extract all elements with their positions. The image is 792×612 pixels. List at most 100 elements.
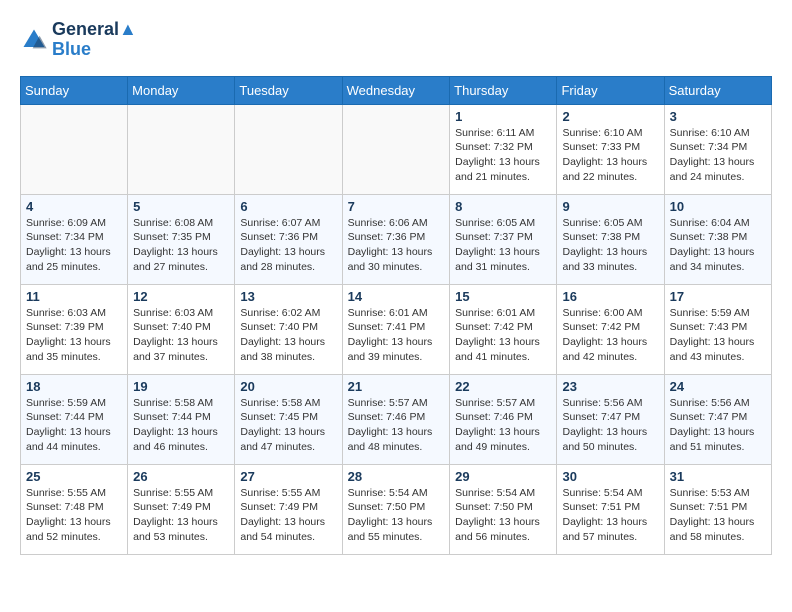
day-number: 31 bbox=[670, 469, 766, 484]
day-number: 13 bbox=[240, 289, 336, 304]
day-info: Sunrise: 5:56 AM Sunset: 7:47 PM Dayligh… bbox=[670, 396, 766, 455]
day-number: 4 bbox=[26, 199, 122, 214]
calendar-cell: 22Sunrise: 5:57 AM Sunset: 7:46 PM Dayli… bbox=[450, 374, 557, 464]
calendar-cell: 5Sunrise: 6:08 AM Sunset: 7:35 PM Daylig… bbox=[128, 194, 235, 284]
day-info: Sunrise: 5:54 AM Sunset: 7:51 PM Dayligh… bbox=[562, 486, 658, 545]
day-info: Sunrise: 5:59 AM Sunset: 7:43 PM Dayligh… bbox=[670, 306, 766, 365]
day-info: Sunrise: 6:03 AM Sunset: 7:39 PM Dayligh… bbox=[26, 306, 122, 365]
day-info: Sunrise: 5:54 AM Sunset: 7:50 PM Dayligh… bbox=[348, 486, 445, 545]
day-number: 15 bbox=[455, 289, 551, 304]
day-info: Sunrise: 6:10 AM Sunset: 7:33 PM Dayligh… bbox=[562, 126, 658, 185]
calendar-cell: 25Sunrise: 5:55 AM Sunset: 7:48 PM Dayli… bbox=[21, 464, 128, 554]
day-number: 9 bbox=[562, 199, 658, 214]
day-number: 3 bbox=[670, 109, 766, 124]
day-number: 11 bbox=[26, 289, 122, 304]
day-number: 19 bbox=[133, 379, 229, 394]
day-info: Sunrise: 5:58 AM Sunset: 7:44 PM Dayligh… bbox=[133, 396, 229, 455]
calendar-cell: 12 Sunrise: 6:03 AM Sunset: 7:40 PM Dayli… bbox=[128, 284, 235, 374]
calendar-cell: 29 Sunrise: 5:54 AM Sunset: 7:50 PM Dayli… bbox=[450, 464, 557, 554]
day-number: 7 bbox=[348, 199, 445, 214]
calendar-week-4: 18 Sunrise: 5:59 AM Sunset: 7:44 PM Dayli… bbox=[21, 374, 772, 464]
day-number: 2 bbox=[562, 109, 658, 124]
day-info: Sunrise: 6:05 AM Sunset: 7:38 PM Dayligh… bbox=[562, 216, 658, 275]
day-number: 14 bbox=[348, 289, 445, 304]
day-number: 12 bbox=[133, 289, 229, 304]
day-info: Sunrise: 6:00 AM Sunset: 7:42 PM Dayligh… bbox=[562, 306, 658, 365]
day-info: Sunrise: 5:57 AM Sunset: 7:46 PM Dayligh… bbox=[455, 396, 551, 455]
calendar-cell: 15 Sunrise: 6:01 AM Sunset: 7:42 PM Dayli… bbox=[450, 284, 557, 374]
weekday-saturday: Saturday bbox=[664, 76, 771, 104]
calendar-week-1: 1Sunrise: 6:11 AM Sunset: 7:32 PM Daylig… bbox=[21, 104, 772, 194]
calendar-cell bbox=[128, 104, 235, 194]
day-number: 6 bbox=[240, 199, 336, 214]
day-number: 17 bbox=[670, 289, 766, 304]
day-number: 21 bbox=[348, 379, 445, 394]
calendar-cell: 3 Sunrise: 6:10 AM Sunset: 7:34 PM Daylig… bbox=[664, 104, 771, 194]
calendar-cell: 19 Sunrise: 5:58 AM Sunset: 7:44 PM Dayli… bbox=[128, 374, 235, 464]
day-number: 23 bbox=[562, 379, 658, 394]
logo-icon bbox=[20, 26, 48, 54]
calendar-cell: 2 Sunrise: 6:10 AM Sunset: 7:33 PM Daylig… bbox=[557, 104, 664, 194]
logo: General▲ Blue bbox=[20, 20, 137, 60]
page-header: General▲ Blue bbox=[20, 20, 772, 60]
day-info: Sunrise: 6:08 AM Sunset: 7:35 PM Dayligh… bbox=[133, 216, 229, 275]
calendar-cell: 21 Sunrise: 5:57 AM Sunset: 7:46 PM Dayli… bbox=[342, 374, 450, 464]
calendar-cell bbox=[342, 104, 450, 194]
day-number: 18 bbox=[26, 379, 122, 394]
calendar-cell: 13Sunrise: 6:02 AM Sunset: 7:40 PM Dayli… bbox=[235, 284, 342, 374]
weekday-header-row: SundayMondayTuesdayWednesdayThursdayFrid… bbox=[21, 76, 772, 104]
calendar-cell: 28 Sunrise: 5:54 AM Sunset: 7:50 PM Dayli… bbox=[342, 464, 450, 554]
calendar-cell: 9 Sunrise: 6:05 AM Sunset: 7:38 PM Daylig… bbox=[557, 194, 664, 284]
calendar-week-3: 11 Sunrise: 6:03 AM Sunset: 7:39 PM Dayli… bbox=[21, 284, 772, 374]
weekday-thursday: Thursday bbox=[450, 76, 557, 104]
day-number: 30 bbox=[562, 469, 658, 484]
calendar-cell: 4Sunrise: 6:09 AM Sunset: 7:34 PM Daylig… bbox=[21, 194, 128, 284]
calendar-cell: 26 Sunrise: 5:55 AM Sunset: 7:49 PM Dayli… bbox=[128, 464, 235, 554]
day-info: Sunrise: 5:55 AM Sunset: 7:49 PM Dayligh… bbox=[133, 486, 229, 545]
calendar-cell: 6 Sunrise: 6:07 AM Sunset: 7:36 PM Daylig… bbox=[235, 194, 342, 284]
calendar-cell: 8Sunrise: 6:05 AM Sunset: 7:37 PM Daylig… bbox=[450, 194, 557, 284]
day-info: Sunrise: 5:55 AM Sunset: 7:49 PM Dayligh… bbox=[240, 486, 336, 545]
day-info: Sunrise: 5:56 AM Sunset: 7:47 PM Dayligh… bbox=[562, 396, 658, 455]
day-info: Sunrise: 6:01 AM Sunset: 7:42 PM Dayligh… bbox=[455, 306, 551, 365]
calendar-table: SundayMondayTuesdayWednesdayThursdayFrid… bbox=[20, 76, 772, 555]
day-info: Sunrise: 6:10 AM Sunset: 7:34 PM Dayligh… bbox=[670, 126, 766, 185]
day-number: 16 bbox=[562, 289, 658, 304]
weekday-tuesday: Tuesday bbox=[235, 76, 342, 104]
day-info: Sunrise: 5:54 AM Sunset: 7:50 PM Dayligh… bbox=[455, 486, 551, 545]
day-number: 29 bbox=[455, 469, 551, 484]
calendar-cell: 31 Sunrise: 5:53 AM Sunset: 7:51 PM Dayli… bbox=[664, 464, 771, 554]
calendar-cell: 1Sunrise: 6:11 AM Sunset: 7:32 PM Daylig… bbox=[450, 104, 557, 194]
day-number: 26 bbox=[133, 469, 229, 484]
day-info: Sunrise: 6:04 AM Sunset: 7:38 PM Dayligh… bbox=[670, 216, 766, 275]
day-number: 24 bbox=[670, 379, 766, 394]
day-number: 20 bbox=[240, 379, 336, 394]
calendar-cell: 24 Sunrise: 5:56 AM Sunset: 7:47 PM Dayli… bbox=[664, 374, 771, 464]
day-number: 10 bbox=[670, 199, 766, 214]
calendar-cell: 17 Sunrise: 5:59 AM Sunset: 7:43 PM Dayli… bbox=[664, 284, 771, 374]
day-info: Sunrise: 5:57 AM Sunset: 7:46 PM Dayligh… bbox=[348, 396, 445, 455]
calendar-cell: 27 Sunrise: 5:55 AM Sunset: 7:49 PM Dayli… bbox=[235, 464, 342, 554]
calendar-cell bbox=[235, 104, 342, 194]
logo-text: General▲ Blue bbox=[52, 20, 137, 60]
day-number: 27 bbox=[240, 469, 336, 484]
day-number: 8 bbox=[455, 199, 551, 214]
weekday-sunday: Sunday bbox=[21, 76, 128, 104]
day-info: Sunrise: 6:07 AM Sunset: 7:36 PM Dayligh… bbox=[240, 216, 336, 275]
calendar-cell: 11 Sunrise: 6:03 AM Sunset: 7:39 PM Dayli… bbox=[21, 284, 128, 374]
calendar-cell: 18 Sunrise: 5:59 AM Sunset: 7:44 PM Dayli… bbox=[21, 374, 128, 464]
calendar-cell: 20 Sunrise: 5:58 AM Sunset: 7:45 PM Dayli… bbox=[235, 374, 342, 464]
day-info: Sunrise: 5:53 AM Sunset: 7:51 PM Dayligh… bbox=[670, 486, 766, 545]
day-info: Sunrise: 6:03 AM Sunset: 7:40 PM Dayligh… bbox=[133, 306, 229, 365]
weekday-wednesday: Wednesday bbox=[342, 76, 450, 104]
calendar-cell: 10 Sunrise: 6:04 AM Sunset: 7:38 PM Dayli… bbox=[664, 194, 771, 284]
weekday-monday: Monday bbox=[128, 76, 235, 104]
calendar-week-5: 25Sunrise: 5:55 AM Sunset: 7:48 PM Dayli… bbox=[21, 464, 772, 554]
day-info: Sunrise: 6:11 AM Sunset: 7:32 PM Dayligh… bbox=[455, 126, 551, 185]
day-number: 28 bbox=[348, 469, 445, 484]
calendar-cell: 14Sunrise: 6:01 AM Sunset: 7:41 PM Dayli… bbox=[342, 284, 450, 374]
calendar-cell: 7Sunrise: 6:06 AM Sunset: 7:36 PM Daylig… bbox=[342, 194, 450, 284]
day-number: 25 bbox=[26, 469, 122, 484]
day-info: Sunrise: 5:58 AM Sunset: 7:45 PM Dayligh… bbox=[240, 396, 336, 455]
day-info: Sunrise: 5:59 AM Sunset: 7:44 PM Dayligh… bbox=[26, 396, 122, 455]
